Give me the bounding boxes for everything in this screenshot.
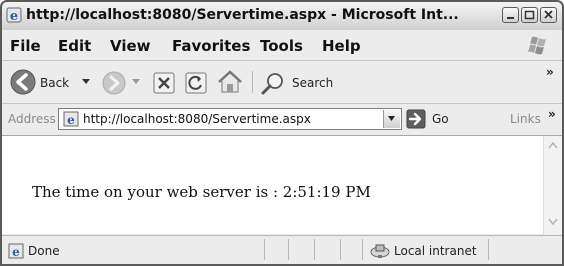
maximize-icon — [524, 10, 535, 20]
go-arrow-icon — [406, 109, 426, 129]
status-divider — [264, 239, 265, 260]
page-content: The time on your web server is : 2:51:19… — [2, 136, 544, 234]
window-title: http://localhost:8080/Servertime.aspx - … — [26, 7, 459, 23]
minimize-button[interactable] — [502, 7, 519, 23]
server-time-text: The time on your web server is : 2:51:19… — [32, 183, 371, 201]
toolbar-overflow-chevron[interactable]: » — [546, 65, 554, 79]
close-button[interactable] — [540, 7, 557, 23]
status-divider — [362, 239, 363, 260]
vertical-scrollbar[interactable] — [543, 136, 562, 234]
links-overflow-chevron[interactable]: » — [548, 107, 556, 121]
menu-file[interactable]: File — [10, 37, 41, 55]
page-done-icon: e — [8, 243, 24, 259]
title-bar[interactable]: e http://localhost:8080/Servertime.aspx … — [2, 2, 562, 31]
status-divider — [488, 239, 489, 260]
home-icon[interactable] — [216, 69, 244, 95]
chevron-down-icon — [388, 116, 395, 121]
browser-window: e http://localhost:8080/Servertime.aspx … — [0, 0, 564, 266]
menu-favorites[interactable]: Favorites — [172, 37, 250, 55]
menu-view[interactable]: View — [110, 37, 151, 55]
standard-toolbar: Back Search » — [2, 61, 562, 104]
back-arrow-icon — [10, 69, 36, 95]
svg-text:e: e — [10, 9, 18, 23]
status-text: Done — [28, 244, 60, 258]
page-icon: e — [63, 111, 79, 127]
forward-arrow-icon[interactable] — [102, 71, 126, 95]
refresh-icon[interactable] — [184, 71, 208, 95]
maximize-button[interactable] — [521, 7, 538, 23]
menu-tools[interactable]: Tools — [260, 37, 303, 55]
local-intranet-icon — [370, 244, 390, 258]
search-label: Search — [292, 76, 334, 90]
svg-text:e: e — [12, 245, 20, 259]
svg-text:e: e — [67, 113, 75, 127]
status-divider — [340, 239, 341, 260]
scroll-up-icon[interactable] — [547, 139, 559, 151]
address-bar: Address e http://localhost:8080/Serverti… — [2, 104, 562, 136]
ie-icon: e — [6, 7, 22, 23]
status-divider — [288, 239, 289, 260]
toolbar-separator — [252, 71, 253, 93]
address-field[interactable]: e http://localhost:8080/Servertime.aspx — [58, 108, 402, 130]
back-history-dropdown-icon[interactable] — [82, 79, 90, 85]
go-label: Go — [432, 112, 449, 126]
status-divider — [314, 239, 315, 260]
menu-help[interactable]: Help — [322, 37, 361, 55]
zone-label: Local intranet — [394, 244, 477, 258]
address-url: http://localhost:8080/Servertime.aspx — [83, 112, 311, 126]
links-label[interactable]: Links — [510, 112, 541, 126]
scroll-down-icon[interactable] — [547, 216, 559, 228]
stop-icon[interactable] — [152, 71, 176, 95]
minimize-icon — [507, 17, 514, 19]
back-label: Back — [40, 76, 70, 90]
close-icon — [544, 10, 553, 19]
status-bar: e Done Local intranet — [2, 235, 562, 264]
forward-history-dropdown-icon[interactable] — [132, 79, 140, 85]
windows-logo-icon — [528, 36, 546, 55]
address-dropdown-button[interactable] — [383, 110, 400, 128]
search-icon — [261, 73, 283, 95]
address-label: Address — [8, 112, 56, 126]
menu-edit[interactable]: Edit — [58, 37, 91, 55]
menu-bar: File Edit View Favorites Tools Help — [2, 30, 562, 61]
